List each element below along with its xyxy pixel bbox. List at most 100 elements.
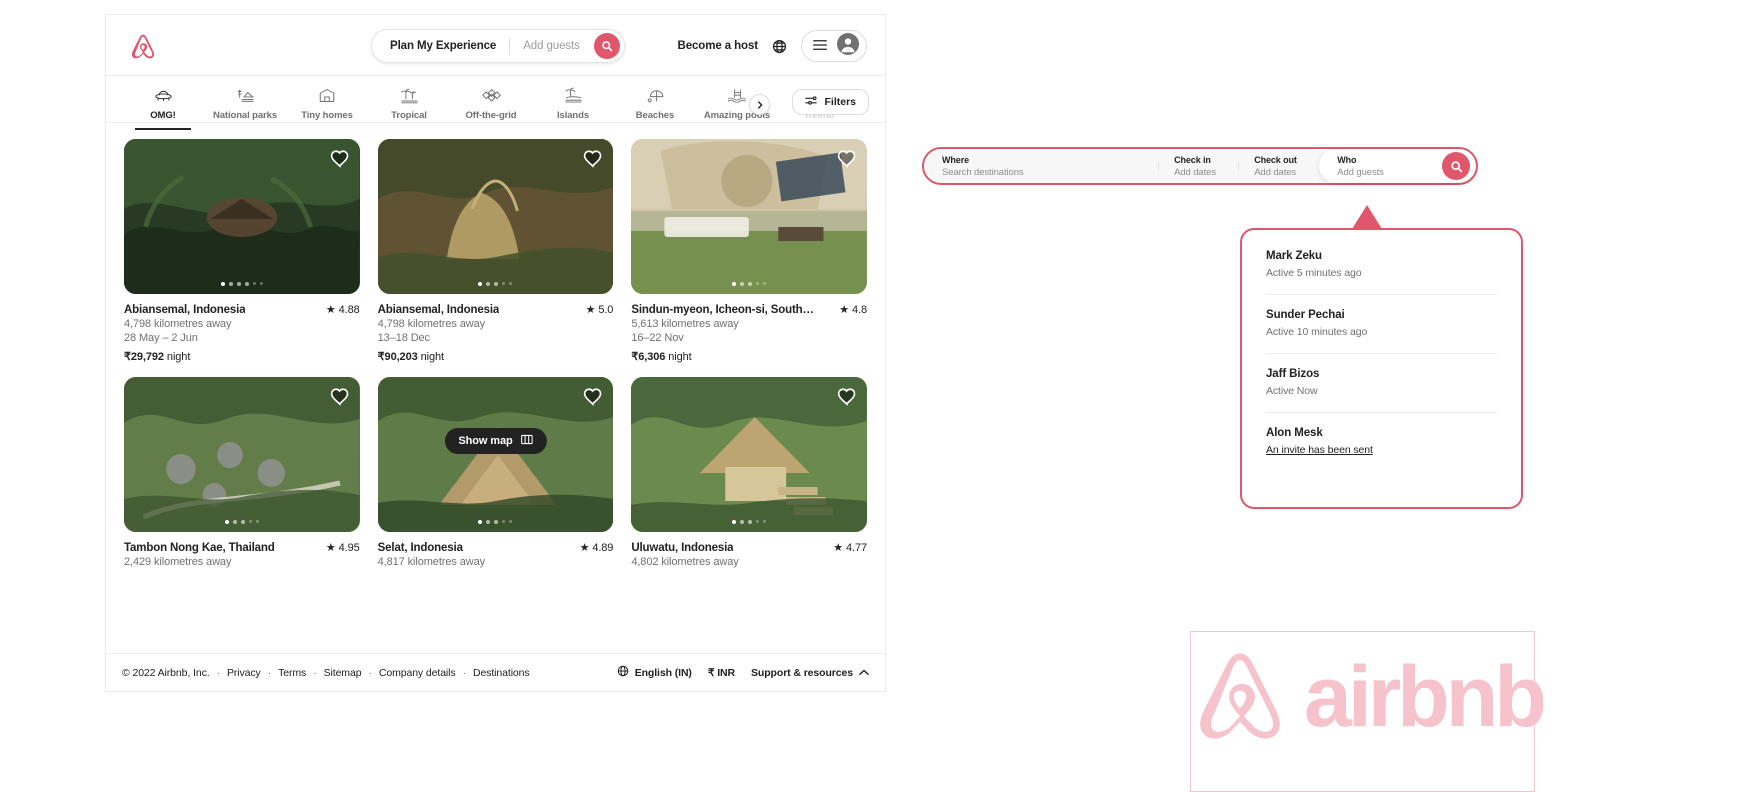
favorite-heart-icon[interactable] [837,149,857,169]
list-item[interactable]: Sunder Pechai Active 10 minutes ago [1266,294,1497,353]
people-list: Mark Zeku Active 5 minutes ago Sunder Pe… [1242,230,1521,471]
site-header: Plan My Experience Add guests Become a h… [106,15,885,76]
photo-pagination-dots[interactable] [732,282,767,286]
photo-pagination-dots[interactable] [224,520,259,524]
list-item[interactable]: Alon Mesk An invite has been sent [1266,412,1497,471]
show-map-button[interactable]: Show map [444,428,547,454]
photo-pagination-dots[interactable] [732,520,767,524]
listing-meta: Abiansemal, Indonesia ★ 4.88 4,798 kilom… [124,294,360,363]
filters-sliders-icon [805,95,818,109]
footer-separator: · [313,666,317,679]
listing-distance: 2,429 kilometres away [124,556,232,568]
search-guests-placeholder[interactable]: Add guests [523,40,580,52]
category-islands[interactable]: Islands [532,86,614,121]
search-icon[interactable] [593,33,620,59]
person-status: Active 10 minutes ago [1266,326,1368,338]
filters-button[interactable]: Filters [792,89,869,115]
listing-dates: 28 May – 2 Jun [124,332,198,344]
listing-card[interactable]: Uluwatu, Indonesia ★ 4.77 4,802 kilometr… [631,377,867,568]
expanded-search-bar[interactable]: Where Search destinations Check in Add d… [922,147,1478,185]
photo-pagination-dots[interactable] [478,520,513,524]
list-item[interactable]: Jaff Bizos Active Now [1266,353,1497,412]
favorite-heart-icon[interactable] [583,387,603,407]
chevron-up-icon [859,667,869,679]
profile-menu-button[interactable] [801,30,867,62]
category-filter-bar: OMG! National parks Tiny homes Tropical … [106,76,885,130]
category-off-the-grid[interactable]: Off-the-grid [450,86,532,121]
listing-rating: ★ 4.95 [325,542,360,554]
site-footer: © 2022 Airbnb, Inc. · Privacy · Terms · … [106,653,885,691]
airbnb-logo-icon[interactable] [128,31,158,61]
category-beaches[interactable]: Beaches [614,86,696,121]
checkout-value[interactable]: Add dates [1254,167,1303,178]
search-experience-label[interactable]: Plan My Experience [390,40,496,52]
list-item[interactable]: Mark Zeku Active 5 minutes ago [1266,250,1497,294]
favorite-heart-icon[interactable] [837,387,857,407]
favorite-heart-icon[interactable] [330,149,350,169]
expanded-search-inner: Where Search destinations Check in Add d… [926,149,1474,183]
category-tiny-homes[interactable]: Tiny homes [286,86,368,121]
search-divider [509,37,511,55]
chevron-right-icon[interactable] [749,94,770,115]
airbnb-browser-window: Plan My Experience Add guests Become a h… [105,14,886,692]
person-status: Active 5 minutes ago [1266,267,1362,279]
footer-link-terms[interactable]: Terms [278,667,306,679]
search-icon[interactable] [1442,152,1470,180]
header-search-pill[interactable]: Plan My Experience Add guests [371,29,625,63]
person-name: Jaff Bizos [1266,368,1320,380]
hamburger-menu-icon[interactable] [813,37,827,55]
favorite-heart-icon[interactable] [330,387,350,407]
listing-rating: ★ 4.8 [839,304,867,316]
become-a-host-link[interactable]: Become a host [677,40,758,52]
category-national-parks[interactable]: National parks [204,86,286,121]
search-checkout-field[interactable]: Check out Add dates [1238,155,1319,178]
listing-price: ₹29,792 night [124,351,191,363]
ufo-icon [154,86,173,104]
footer-link-company-details[interactable]: Company details [379,667,456,679]
where-placeholder[interactable]: Search destinations [942,167,1142,178]
category-label: Islands [556,110,590,121]
photo-pagination-dots[interactable] [220,282,263,286]
checkin-value[interactable]: Add dates [1174,167,1222,178]
globe-icon[interactable] [772,39,787,54]
listing-photo[interactable] [124,139,360,294]
listing-price: ₹6,306 night [631,351,692,363]
listing-title: Selat, Indonesia [377,542,463,554]
photo-pagination-dots[interactable] [478,282,513,286]
search-where-field[interactable]: Where Search destinations [926,155,1158,178]
footer-language-selector[interactable]: English (IN) [617,665,692,680]
person-invite-status-link[interactable]: An invite has been sent [1266,444,1497,456]
search-who-field[interactable]: Who Add guests [1319,149,1474,183]
listing-rating: ★ 4.89 [579,542,614,554]
category-omg[interactable]: OMG! [122,86,204,130]
footer-currency-selector[interactable]: ₹ INR [708,667,735,679]
category-label: Off-the-grid [465,110,517,121]
national-park-icon [236,86,255,104]
listing-photo[interactable] [631,377,867,532]
footer-support-button[interactable]: Support & resources [751,667,869,679]
listing-card[interactable]: Abiansemal, Indonesia ★ 4.88 4,798 kilom… [124,139,360,363]
footer-support-label: Support & resources [751,666,853,679]
footer-link-privacy[interactable]: Privacy [227,667,261,679]
listing-card[interactable]: Sindun-myeon, Icheon-si, South K… ★ 4.8 … [631,139,867,363]
listing-meta: Uluwatu, Indonesia ★ 4.77 4,802 kilometr… [631,532,867,568]
listing-card[interactable]: Tambon Nong Kae, Thailand ★ 4.95 2,429 k… [124,377,360,568]
listing-photo[interactable] [377,139,614,294]
category-tropical[interactable]: Tropical [368,86,450,121]
listing-card[interactable]: Abiansemal, Indonesia ★ 5.0 4,798 kilome… [377,139,614,363]
favorite-heart-icon[interactable] [583,149,603,169]
listing-photo[interactable] [124,377,360,532]
listing-photo[interactable] [631,139,867,294]
footer-link-destinations[interactable]: Destinations [473,667,530,679]
listing-card[interactable]: Selat, Indonesia ★ 4.89 4,817 kilometres… [377,377,614,568]
listing-rating: ★ 4.88 [325,304,360,316]
user-avatar-icon[interactable] [837,32,859,60]
listing-distance: 4,798 kilometres away [377,318,485,330]
listing-rating: ★ 5.0 [585,304,614,316]
search-checkin-field[interactable]: Check in Add dates [1158,155,1238,178]
listing-distance: 5,613 kilometres away [631,318,739,330]
who-value[interactable]: Add guests [1337,167,1384,178]
footer-link-sitemap[interactable]: Sitemap [324,667,362,679]
listing-photo[interactable] [377,377,614,532]
globe-icon [617,665,629,680]
